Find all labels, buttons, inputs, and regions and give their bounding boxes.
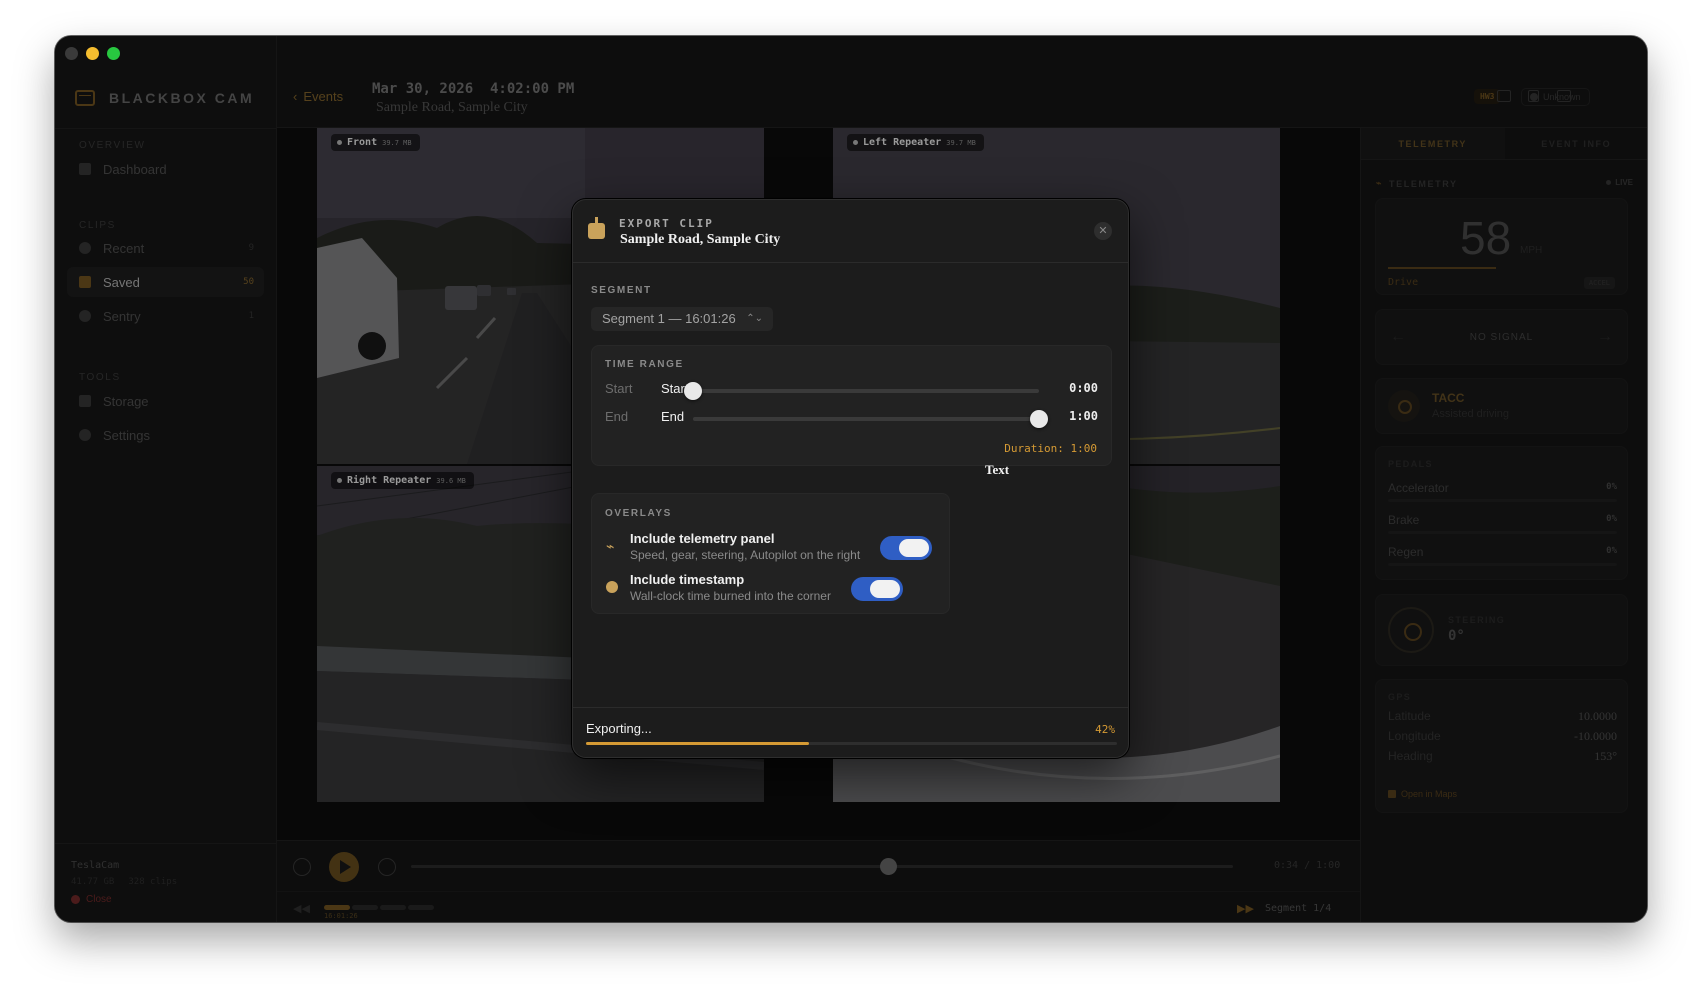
start-slider[interactable] [684, 382, 1039, 400]
time-range-box: TIME RANGE Start Start 0:00 End End 1:00… [591, 345, 1112, 466]
overlays-box: OVERLAYS ⌁ Include telemetry panel Speed… [591, 493, 950, 614]
segment-label: SEGMENT [591, 285, 652, 296]
camera-name: Right Repeater [347, 475, 432, 486]
overlay-option-telemetry: ⌁ Include telemetry panel Speed, gear, s… [606, 531, 936, 569]
export-clip-dialog: EXPORT CLIP Sample Road, Sample City ✕ S… [572, 199, 1129, 758]
start-value: 0:00 [1069, 381, 1098, 395]
camera-name: Front [347, 137, 378, 148]
toggle-knob [870, 580, 900, 598]
end-value: 1:00 [1069, 409, 1098, 423]
export-progress-bar [586, 742, 1117, 745]
camera-size: 39.7 MB [382, 138, 412, 147]
close-window-button[interactable] [65, 47, 78, 60]
timestamp-toggle[interactable] [851, 577, 903, 601]
close-dialog-button[interactable]: ✕ [1094, 222, 1112, 240]
camera-name: Left Repeater [863, 137, 942, 148]
export-percent: 42% [1095, 723, 1115, 736]
duration-readout: Duration: 1:00 [1004, 442, 1097, 455]
camera-dot-icon [337, 140, 342, 145]
divider [573, 262, 1128, 263]
overlay-title: Include telemetry panel [630, 531, 775, 546]
minimize-window-button[interactable] [86, 47, 99, 60]
start-row: Start Start 0:00 [605, 380, 1098, 400]
maximize-window-button[interactable] [107, 47, 120, 60]
export-status: Exporting... [586, 721, 652, 736]
telemetry-toggle[interactable] [880, 536, 932, 560]
camera-dot-icon [337, 478, 342, 483]
camera-label: Left Repeater 39.7 MB [847, 134, 984, 151]
export-progress-fill [586, 742, 810, 745]
time-range-label: TIME RANGE [605, 359, 684, 370]
clock-icon [606, 581, 618, 593]
start-slider-handle[interactable] [684, 382, 702, 400]
segment-select[interactable]: Segment 1 — 16:01:26 ⌃⌄ [591, 307, 773, 331]
overlay-description: Speed, gear, steering, Autopilot on the … [630, 548, 861, 562]
overlays-label: OVERLAYS [605, 508, 672, 519]
dialog-kicker: EXPORT CLIP [619, 217, 714, 230]
end-row: End End 1:00 [605, 408, 1098, 428]
segment-select-value: Segment 1 — 16:01:26 [602, 311, 736, 326]
export-icon [588, 217, 605, 239]
overlay-option-timestamp: Include timestamp Wall-clock time burned… [606, 572, 936, 610]
camera-size: 39.6 MB [436, 476, 466, 485]
camera-dot-icon [853, 140, 858, 145]
close-icon: ✕ [1098, 225, 1108, 237]
text-label: Text [985, 462, 1010, 477]
camera-size: 39.7 MB [946, 138, 976, 147]
end-muted-label: End [605, 409, 629, 424]
app-window: BLACKBOX CAM OVERVIEW Dashboard CLIPS Re… [55, 36, 1647, 922]
overlay-title: Include timestamp [630, 572, 745, 587]
camera-label: Front 39.7 MB [331, 134, 420, 151]
toggle-knob [899, 539, 929, 557]
overlay-description: Wall-clock time burned into the corner [630, 589, 831, 603]
end-slider-handle[interactable] [1030, 410, 1048, 428]
chevron-updown-icon: ⌃⌄ [746, 313, 763, 324]
start-muted-label: Start [605, 381, 633, 396]
camera-label: Right Repeater 39.6 MB [331, 472, 474, 489]
end-slider[interactable] [693, 410, 1048, 428]
pulse-icon: ⌁ [606, 538, 615, 554]
end-label: End [661, 409, 685, 424]
divider [573, 707, 1128, 708]
dialog-title: Sample Road, Sample City [620, 232, 781, 247]
window-controls [65, 47, 120, 60]
